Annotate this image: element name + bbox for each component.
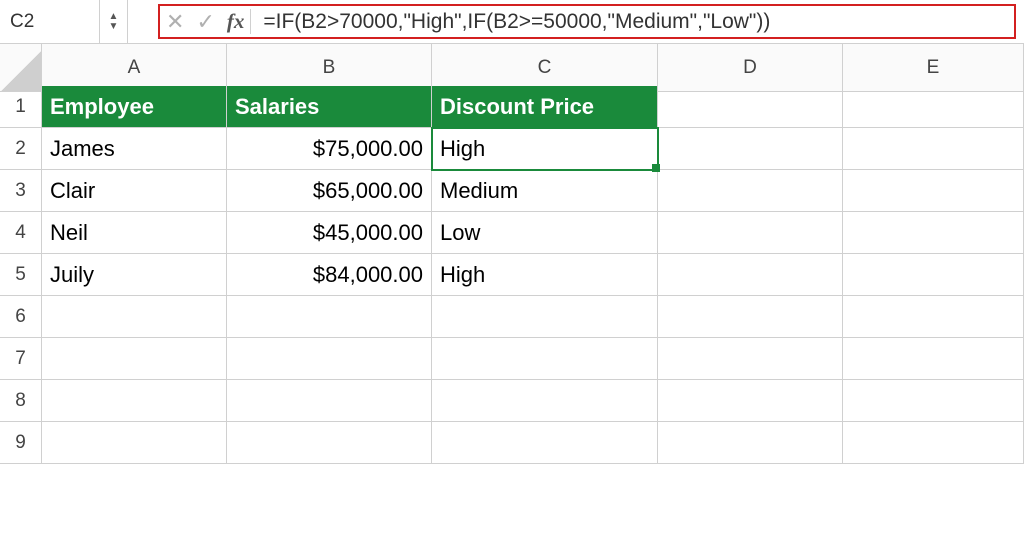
- cell-A1[interactable]: Employee: [42, 86, 227, 128]
- cell-B5[interactable]: $84,000.00: [227, 254, 432, 296]
- cell-C6[interactable]: [432, 296, 658, 338]
- cell-C5[interactable]: High: [432, 254, 658, 296]
- cell-C3[interactable]: Medium: [432, 170, 658, 212]
- spinner-down-icon[interactable]: ▼: [109, 22, 119, 32]
- cell-D8[interactable]: [658, 380, 843, 422]
- cell-D4[interactable]: [658, 212, 843, 254]
- enter-icon[interactable]: ✓: [196, 9, 214, 35]
- cell-C8[interactable]: [432, 380, 658, 422]
- cell-A2[interactable]: James: [42, 128, 227, 170]
- cell-C1[interactable]: Discount Price: [432, 86, 658, 128]
- spreadsheet-grid: A B C D E 1 Employee Salaries Discount P…: [0, 44, 1024, 464]
- cell-E4[interactable]: [843, 212, 1024, 254]
- formula-input-wrap: ✕ ✓ fx =IF(B2>70000,"High",IF(B2>=50000,…: [158, 4, 1016, 39]
- cell-D6[interactable]: [658, 296, 843, 338]
- col-head-E[interactable]: E: [843, 44, 1024, 92]
- row-head-2[interactable]: 2: [0, 128, 42, 170]
- cell-A8[interactable]: [42, 380, 227, 422]
- formula-input[interactable]: =IF(B2>70000,"High",IF(B2>=50000,"Medium…: [263, 10, 770, 34]
- cell-D7[interactable]: [658, 338, 843, 380]
- row-head-9[interactable]: 9: [0, 422, 42, 464]
- cell-D5[interactable]: [658, 254, 843, 296]
- cell-C4[interactable]: Low: [432, 212, 658, 254]
- cell-B9[interactable]: [227, 422, 432, 464]
- col-head-A[interactable]: A: [42, 44, 227, 92]
- cell-B2[interactable]: $75,000.00: [227, 128, 432, 170]
- col-head-D[interactable]: D: [658, 44, 843, 92]
- cell-D9[interactable]: [658, 422, 843, 464]
- row-head-7[interactable]: 7: [0, 338, 42, 380]
- cell-C9[interactable]: [432, 422, 658, 464]
- cell-E2[interactable]: [843, 128, 1024, 170]
- cancel-icon[interactable]: ✕: [166, 9, 184, 35]
- cell-E9[interactable]: [843, 422, 1024, 464]
- spinner-up-icon[interactable]: ▲: [109, 12, 119, 22]
- cell-B1[interactable]: Salaries: [227, 86, 432, 128]
- row-head-6[interactable]: 6: [0, 296, 42, 338]
- row-head-4[interactable]: 4: [0, 212, 42, 254]
- col-head-B[interactable]: B: [227, 44, 432, 92]
- cell-D1[interactable]: [658, 86, 843, 128]
- cell-E7[interactable]: [843, 338, 1024, 380]
- cell-B8[interactable]: [227, 380, 432, 422]
- cell-B4[interactable]: $45,000.00: [227, 212, 432, 254]
- row-head-8[interactable]: 8: [0, 380, 42, 422]
- cell-E5[interactable]: [843, 254, 1024, 296]
- cell-A7[interactable]: [42, 338, 227, 380]
- cell-A6[interactable]: [42, 296, 227, 338]
- cell-E6[interactable]: [843, 296, 1024, 338]
- name-box-spinner[interactable]: ▲ ▼: [100, 0, 128, 43]
- col-head-C[interactable]: C: [432, 44, 658, 92]
- cell-E8[interactable]: [843, 380, 1024, 422]
- select-all-corner[interactable]: [0, 44, 42, 92]
- cell-D2[interactable]: [658, 128, 843, 170]
- cell-B6[interactable]: [227, 296, 432, 338]
- row-head-3[interactable]: 3: [0, 170, 42, 212]
- cell-A5[interactable]: Juily: [42, 254, 227, 296]
- formula-bar: C2 ▲ ▼ ✕ ✓ fx =IF(B2>70000,"High",IF(B2>…: [0, 0, 1024, 44]
- row-head-1[interactable]: 1: [0, 86, 42, 128]
- cell-C7[interactable]: [432, 338, 658, 380]
- cell-E3[interactable]: [843, 170, 1024, 212]
- row-head-5[interactable]: 5: [0, 254, 42, 296]
- cell-C2[interactable]: High: [432, 128, 658, 170]
- cell-A4[interactable]: Neil: [42, 212, 227, 254]
- fx-icon[interactable]: fx: [227, 9, 252, 34]
- cell-E1[interactable]: [843, 86, 1024, 128]
- cell-B7[interactable]: [227, 338, 432, 380]
- name-box[interactable]: C2: [0, 0, 100, 43]
- cell-D3[interactable]: [658, 170, 843, 212]
- cell-B3[interactable]: $65,000.00: [227, 170, 432, 212]
- cell-A3[interactable]: Clair: [42, 170, 227, 212]
- cell-A9[interactable]: [42, 422, 227, 464]
